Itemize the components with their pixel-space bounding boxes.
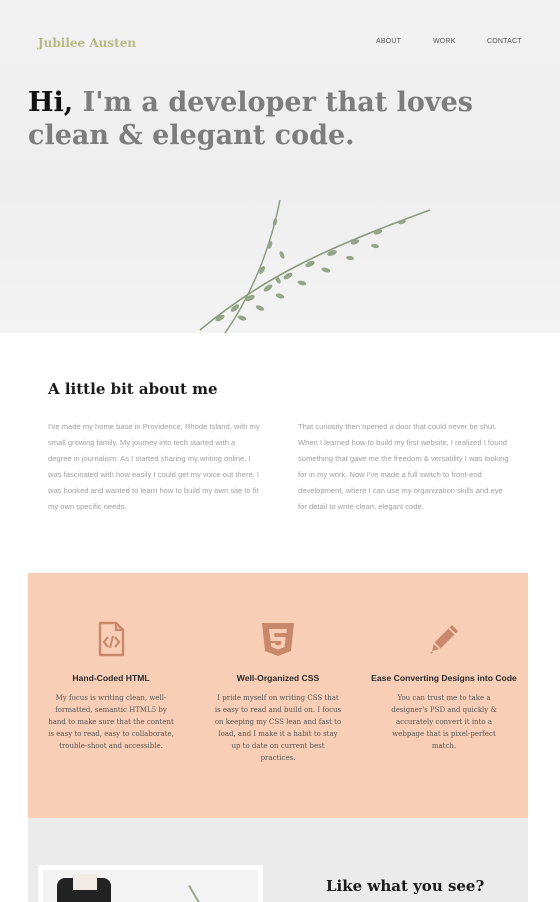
- about-section: A little bit about me I've made my home …: [0, 333, 560, 573]
- hero-headline-text: I'm a developer that loves clean & elega…: [28, 87, 474, 151]
- contact-teaser-section: Like what you see?: [28, 818, 528, 902]
- portrait-photo: [38, 865, 263, 902]
- skill-title: Ease Converting Designs into Code: [371, 673, 517, 683]
- about-title: A little bit about me: [48, 380, 218, 398]
- pencil-icon: [430, 625, 458, 654]
- about-paragraph-right: That curiosity then opened a door that c…: [298, 422, 509, 511]
- nav-work[interactable]: WORK: [433, 38, 456, 45]
- skill-description: You can trust me to take a designer's PS…: [391, 694, 497, 750]
- hero-greeting: Hi,: [28, 87, 74, 118]
- eucalyptus-branch-image: [199, 199, 431, 333]
- html-file-icon: [98, 621, 125, 657]
- skill-description: I pride myself on writing CSS that is ea…: [214, 694, 342, 762]
- skill-description: My focus is writing clean, well-formatte…: [48, 694, 174, 750]
- brand-logo[interactable]: Jubilee Austen: [38, 36, 136, 50]
- hero-section: Jubilee Austen ABOUT WORK CONTACT Hi, I'…: [0, 0, 560, 333]
- hero-headline: Hi, I'm a developer that loves clean & e…: [28, 86, 498, 152]
- about-paragraph-left: I've made my home base in Providence, Rh…: [48, 422, 260, 511]
- portrait-image: [43, 870, 258, 902]
- skill-title: Well-Organized CSS: [236, 673, 320, 683]
- css3-icon: [262, 623, 294, 656]
- skills-section: Hand-Coded HTML My focus is writing clea…: [28, 573, 528, 818]
- nav-contact[interactable]: CONTACT: [487, 38, 522, 45]
- skill-title: Hand-Coded HTML: [72, 673, 150, 683]
- teaser-title: Like what you see?: [326, 877, 485, 895]
- nav-about[interactable]: ABOUT: [376, 38, 401, 45]
